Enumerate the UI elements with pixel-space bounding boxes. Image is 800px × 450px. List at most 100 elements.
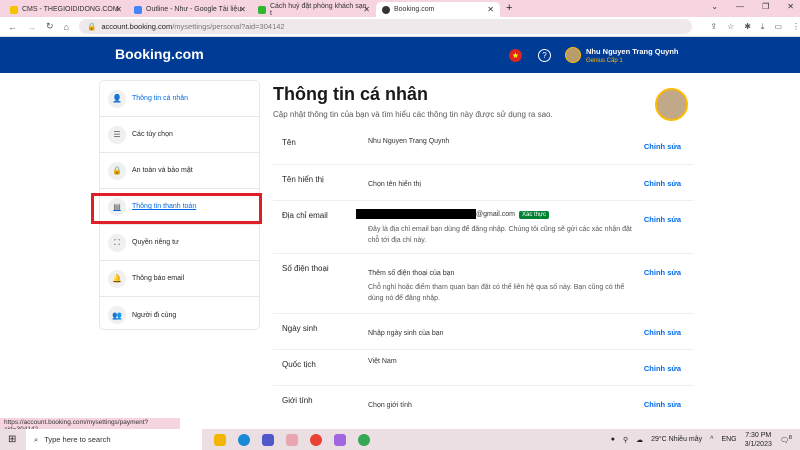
minimize-button[interactable]: — [736,2,744,11]
windows-start-icon[interactable]: ⊞ [8,434,16,445]
lock-icon: 🔒 [86,22,97,31]
sidebar-item-personal-info[interactable]: 👤 Thông tin cá nhân [100,81,259,117]
sidebar-item-label: An toàn và bảo mật [132,167,193,174]
sidebar-item-label: Các tùy chọn [132,131,173,138]
menu-icon[interactable]: ⋮ [792,22,800,32]
edit-button[interactable]: Chỉnh sửa [644,400,681,409]
row-label: Ngày sinh [282,324,318,333]
sidebar-item-travellers[interactable]: 👥 Người đi cùng [100,297,259,333]
sidebar-item-privacy[interactable]: ⛶ Quyền riêng tư [100,225,259,261]
tab-label: Cách huỷ đặt phòng khách sạn t [269,2,367,17]
redacted-email [356,209,476,219]
help-icon[interactable]: ? [538,49,551,62]
app-icon[interactable] [286,433,298,446]
edit-button[interactable]: Chỉnh sửa [644,179,681,188]
user-name[interactable]: Nhu Nguyen Trang Quynh [586,47,679,56]
url-path: /mysettings/personal?aid=304142 [172,22,285,31]
row-label: Địa chỉ email [282,211,328,220]
sliders-icon: ☰ [108,125,126,144]
close-window-button[interactable]: ✕ [787,2,794,11]
edit-button[interactable]: Chỉnh sửa [644,364,681,373]
row-value: @gmail.com [476,210,516,218]
notification-icon[interactable]: 🗨8 [780,435,792,444]
extensions-icon[interactable]: ✱ [744,22,751,32]
language-indicator[interactable]: ENG [721,436,736,443]
sidebar-item-email-notifications[interactable]: 🔔 Thông báo email [100,261,259,297]
avatar[interactable] [565,47,581,63]
edit-button[interactable]: Chỉnh sửa [644,268,681,277]
taskbar-search[interactable]: ⌕ Type here to search [26,429,202,450]
weather-text[interactable]: 29°C Nhiều mây [651,436,702,443]
notification-count: 8 [788,434,792,441]
maximize-button[interactable]: ❐ [762,2,769,11]
tab-label: Booking.com [394,6,435,13]
close-icon[interactable]: ✕ [239,5,246,14]
close-icon[interactable]: ✕ [363,5,370,14]
row-value: Thêm số điện thoại của bạn [368,270,455,277]
row-label: Giới tính [282,396,313,405]
chrome-icon[interactable] [310,433,322,446]
row-label: Tên [282,138,296,147]
sidebar-item-security[interactable]: 🔒 An toàn và bảo mật [100,153,259,189]
sidebar-item-label: Thông tin cá nhân [132,95,189,102]
edge-icon[interactable] [238,433,250,446]
chevron-down-icon[interactable]: ⌄ [711,2,718,11]
site-header: Booking.com [0,37,800,73]
sidebar-item-preferences[interactable]: ☰ Các tùy chọn [100,117,259,153]
url-host: account.booking.com [101,22,173,31]
sidebar-item-label: Thông báo email [132,275,185,282]
star-icon[interactable]: ☆ [727,22,734,32]
vietnam-flag-icon[interactable]: ★ [509,49,522,62]
sidepanel-icon[interactable]: ▭ [774,22,782,32]
system-tray: ● ⚲ ☁ 29°C Nhiều mây ^ ENG 7:30 PM 3/1/20… [611,431,792,449]
row-birthday: Ngày sinh Nhập ngày sinh của bạn Chỉnh s… [273,314,693,350]
back-icon[interactable]: ← [8,22,17,32]
search-placeholder: Type here to search [44,435,111,444]
row-display-name: Tên hiển thị Chọn tên hiển thị Chỉnh sửa [273,165,693,201]
clock[interactable]: 7:30 PM 3/1/2023 [745,431,772,449]
pen-app-icon[interactable] [334,433,346,446]
lock-icon: 🔒 [108,161,126,180]
row-gender: Giới tính Chọn giới tính Chỉnh sửa [273,386,693,422]
page-subtitle: Cập nhật thông tin của bạn và tìm hiểu c… [273,110,553,119]
booking-logo[interactable]: Booking.com [115,46,204,62]
chevron-up-icon[interactable]: ^ [710,436,713,443]
close-icon[interactable]: ✕ [487,5,494,14]
address-bar-row: ← → ↻ ⌂ 🔒 account.booking.com/mysettings/… [0,17,800,37]
people-icon[interactable]: ⚲ [623,436,628,444]
tab-cach-huy[interactable]: Cách huỷ đặt phòng khách sạn t ✕ [252,2,376,17]
reload-icon[interactable]: ↻ [46,21,54,32]
tab-booking[interactable]: Booking.com ✕ [376,2,500,17]
row-value: Nhập ngày sinh của bạn [368,330,444,337]
home-icon[interactable]: ⌂ [64,22,69,32]
download-icon[interactable]: ⤓ [761,22,765,32]
tab-outline[interactable]: Outline - Như - Google Tài liệu ✕ [128,2,252,17]
personal-info-list: Tên Nhu Nguyen Trang Quynh Chỉnh sửa Tên… [273,128,693,422]
tab-label: CMS - THEGIOIDIDONG.COM [22,6,119,13]
url-input[interactable]: 🔒 account.booking.com/mysettings/personal… [78,19,693,34]
teams-icon[interactable] [262,433,274,446]
chrome-active-icon[interactable] [358,433,370,446]
weather-icon[interactable]: ☁ [636,436,643,444]
row-note: Đây là địa chỉ email bạn dùng để đăng nh… [368,226,632,244]
bell-icon: 🔔 [108,269,126,288]
tab-cms[interactable]: CMS - THEGIOIDIDONG.COM ✕ [4,2,128,17]
tray-app-icon[interactable]: ● [611,436,615,443]
edit-button[interactable]: Chỉnh sửa [644,142,681,151]
file-explorer-icon[interactable] [214,433,226,446]
row-label: Tên hiển thị [282,175,324,184]
row-label: Số điện thoại [282,264,329,273]
close-icon[interactable]: ✕ [115,5,122,14]
row-value: Chọn tên hiển thị [368,181,421,188]
globe-icon [382,5,390,14]
docs-icon [134,5,142,14]
edit-button[interactable]: Chỉnh sửa [644,328,681,337]
new-tab-button[interactable]: + [506,2,512,17]
row-email: Địa chỉ email @gmail.com Xác thực Đây là … [273,201,693,254]
forward-icon[interactable]: → [27,22,36,32]
edit-button[interactable]: Chỉnh sửa [644,215,681,224]
date: 3/1/2023 [744,440,772,448]
profile-photo[interactable] [655,88,688,121]
share-icon[interactable]: ⇪ [710,22,717,32]
row-note: Chỗ nghỉ hoặc điểm tham quan bạn đặt có … [368,284,625,302]
